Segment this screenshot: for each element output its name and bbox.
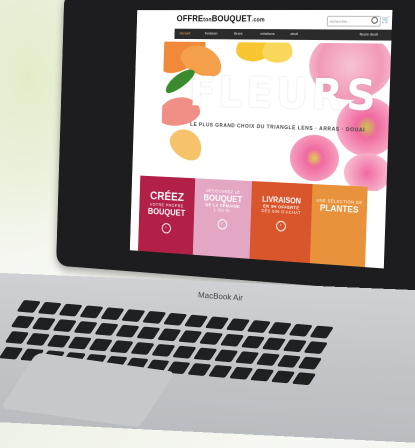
keyboard-key	[246, 320, 272, 334]
keyboard-key	[25, 332, 51, 346]
keyboard-key	[121, 309, 146, 323]
tile-plants[interactable]: UNE SÉLECTION DE PLANTES	[309, 184, 368, 268]
nav-item-deuil[interactable]: deuil	[290, 31, 298, 36]
keyboard-key	[130, 342, 155, 355]
keyboard-key	[282, 339, 308, 353]
logo-part-com: .com	[251, 17, 265, 24]
logo-part-offre: OFFRE	[176, 13, 204, 24]
flower-petal	[261, 41, 293, 63]
keyboard-key	[73, 321, 98, 334]
keyboard-key	[255, 353, 281, 366]
keyboard-key	[163, 312, 188, 326]
laptop-screen: OFFREtonBOUQUET.com rechercher... 🛒 accu…	[129, 9, 393, 269]
nav-item-accueil[interactable]: accueil	[180, 31, 191, 36]
keyboard-key	[136, 326, 161, 340]
keyboard-key	[178, 330, 203, 344]
keyboard-key	[183, 314, 209, 328]
pink-flower	[289, 133, 340, 183]
keyboard-key	[88, 338, 113, 352]
hero-banner[interactable]: FLEURS LE PLUS GRAND CHOIX DU TRIANGLE L…	[159, 41, 392, 192]
keyboard-key	[198, 332, 224, 345]
keyboard-key	[270, 370, 296, 384]
tile-delivery[interactable]: LIVRAISON EN 3H OFFERTE DÈS 50€ D'ACHAT …	[249, 181, 313, 264]
site-logo[interactable]: OFFREtonBOUQUET.com	[177, 14, 265, 24]
keyboard-key	[151, 343, 176, 357]
tile-arrow-icon: ›	[217, 218, 227, 230]
keyboard-key	[115, 324, 140, 338]
keyboard-key	[225, 318, 251, 332]
logo-part-bouquet: BOUQUET	[211, 13, 252, 24]
keyboard-key	[10, 315, 36, 329]
keyboard-key	[58, 303, 83, 317]
promo-tiles: CRÉEZ VOTRE PROPRE BOUQUET › DÉCOUVREZ L…	[137, 175, 377, 268]
keyboard-key	[309, 325, 334, 339]
laptop-lid: OFFREtonBOUQUET.com rechercher... 🛒 accu…	[56, 0, 415, 295]
keyboard-key	[37, 301, 62, 315]
keyboard-key	[276, 354, 302, 368]
hero-title: FLEURS	[188, 67, 381, 122]
keyboard-key	[31, 317, 56, 331]
keyboard-key	[94, 322, 119, 336]
keyboard-key	[67, 336, 92, 350]
keyboard-key	[291, 372, 317, 386]
keyboard-key	[303, 341, 328, 355]
tile-create-bouquet[interactable]: CRÉEZ VOTRE PROPRE BOUQUET ›	[137, 175, 196, 255]
tile-arrow-icon: ›	[275, 220, 286, 232]
flower-petal	[165, 122, 208, 167]
keyboard-key	[267, 321, 292, 335]
keyboard-key	[288, 323, 313, 337]
keyboard-key	[249, 368, 275, 382]
keyboard-key	[157, 328, 182, 342]
keyboard-key	[4, 331, 30, 344]
keyboard-key	[240, 335, 266, 349]
nav-item-creations[interactable]: créations	[260, 31, 274, 36]
keyboard-key	[234, 351, 260, 365]
keyboard-key	[219, 333, 245, 347]
nav-item-right[interactable]: fleurs deuil	[360, 32, 378, 37]
keyboard-key	[229, 366, 254, 380]
keyboard-key	[208, 364, 233, 378]
keyboard-key	[100, 307, 125, 321]
keyboard-key	[261, 337, 287, 351]
nav-item-livraison[interactable]: livraison	[205, 31, 218, 36]
keyboard-key	[46, 334, 72, 348]
keyboard-key	[52, 319, 77, 333]
cart-icon[interactable]: 🛒	[382, 16, 390, 24]
keyboard-key	[142, 310, 167, 324]
tile-weekly-bouquet[interactable]: DÉCOUVREZ LE BOUQUET DE LA SEMAINE L OU …	[192, 178, 252, 259]
keyboard-key	[187, 363, 212, 376]
main-nav: accueil livraison fleurs créations deuil…	[174, 28, 392, 41]
keyboard-key	[109, 340, 134, 354]
keyboard-key	[204, 316, 230, 330]
tile-arrow-icon: ›	[161, 222, 171, 234]
nav-item-fleurs[interactable]: fleurs	[234, 31, 243, 36]
tile-big2: BOUQUET	[147, 206, 186, 218]
keyboard-key	[79, 305, 104, 319]
keyboard-key	[172, 345, 197, 359]
keyboard-key	[297, 356, 323, 370]
keyboard-key	[193, 347, 218, 361]
keyboard-key	[214, 349, 239, 363]
